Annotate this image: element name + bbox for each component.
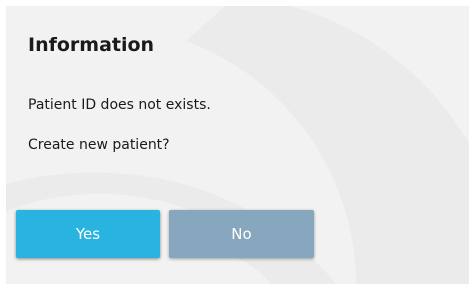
information-dialog: Information Patient ID does not exists. … bbox=[6, 6, 469, 284]
dialog-title: Information bbox=[28, 34, 155, 56]
message-patient-id-not-exists: Patient ID does not exists. bbox=[28, 97, 211, 113]
message-create-new-patient: Create new patient? bbox=[28, 137, 170, 153]
yes-button[interactable]: Yes bbox=[16, 210, 160, 258]
no-button[interactable]: No bbox=[169, 210, 314, 258]
